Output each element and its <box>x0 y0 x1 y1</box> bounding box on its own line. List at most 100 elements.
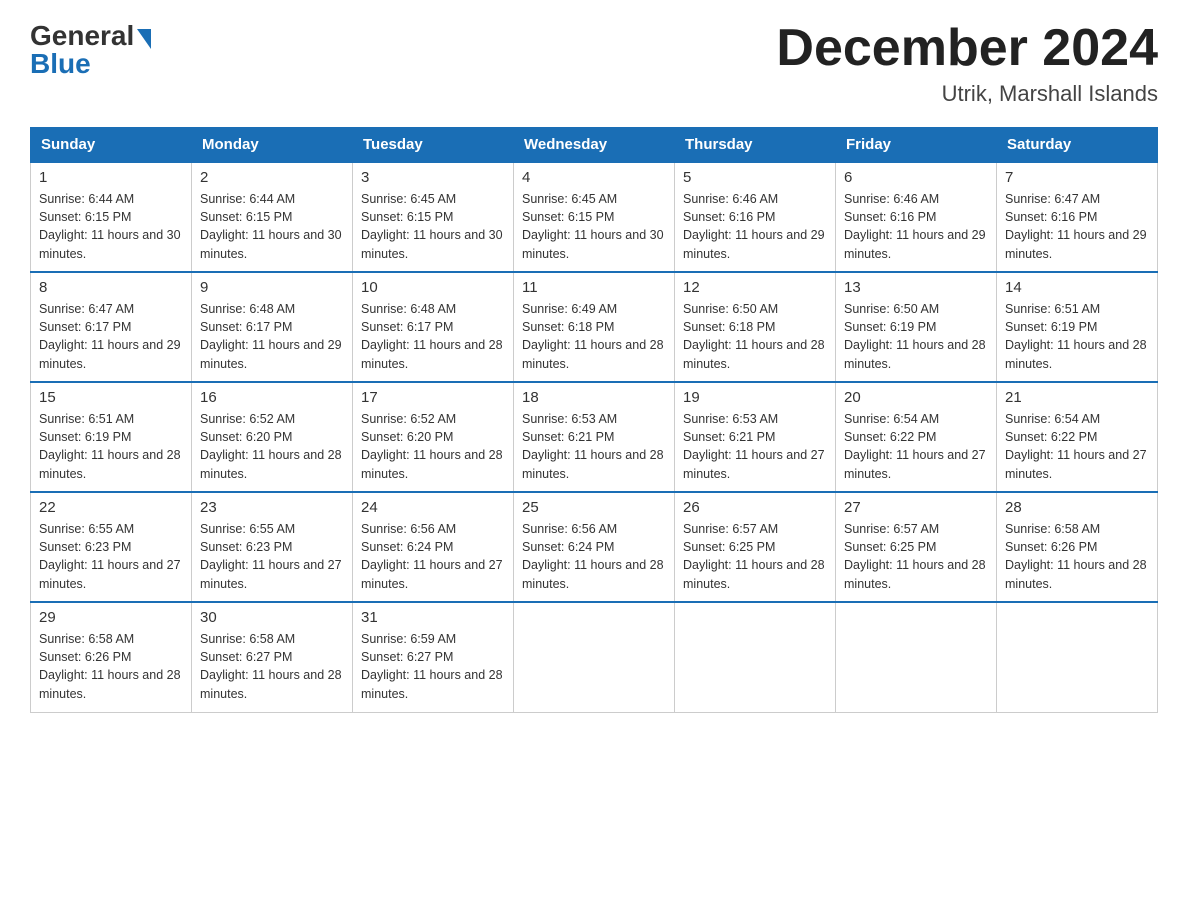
page-header: General Blue December 2024 Utrik, Marsha… <box>30 20 1158 107</box>
day-detail: Sunrise: 6:45 AMSunset: 6:15 PMDaylight:… <box>522 190 666 263</box>
day-number: 18 <box>522 389 666 406</box>
day-detail: Sunrise: 6:54 AMSunset: 6:22 PMDaylight:… <box>1005 410 1149 483</box>
day-number: 17 <box>361 389 505 406</box>
day-number: 30 <box>200 609 344 626</box>
day-number: 25 <box>522 499 666 516</box>
calendar-cell: 28 Sunrise: 6:58 AMSunset: 6:26 PMDaylig… <box>997 492 1158 602</box>
day-number: 27 <box>844 499 988 516</box>
calendar-cell <box>514 602 675 712</box>
day-number: 21 <box>1005 389 1149 406</box>
calendar-cell: 21 Sunrise: 6:54 AMSunset: 6:22 PMDaylig… <box>997 382 1158 492</box>
day-number: 7 <box>1005 169 1149 186</box>
calendar-cell: 10 Sunrise: 6:48 AMSunset: 6:17 PMDaylig… <box>353 272 514 382</box>
day-number: 16 <box>200 389 344 406</box>
day-number: 3 <box>361 169 505 186</box>
weekday-header-thursday: Thursday <box>675 128 836 163</box>
day-detail: Sunrise: 6:56 AMSunset: 6:24 PMDaylight:… <box>522 520 666 593</box>
calendar-week-row: 8 Sunrise: 6:47 AMSunset: 6:17 PMDayligh… <box>31 272 1158 382</box>
day-number: 28 <box>1005 499 1149 516</box>
day-detail: Sunrise: 6:53 AMSunset: 6:21 PMDaylight:… <box>522 410 666 483</box>
day-number: 4 <box>522 169 666 186</box>
day-number: 2 <box>200 169 344 186</box>
calendar-cell <box>836 602 997 712</box>
weekday-header-sunday: Sunday <box>31 128 192 163</box>
calendar-cell: 25 Sunrise: 6:56 AMSunset: 6:24 PMDaylig… <box>514 492 675 602</box>
logo: General Blue <box>30 20 151 80</box>
day-detail: Sunrise: 6:58 AMSunset: 6:26 PMDaylight:… <box>1005 520 1149 593</box>
title-section: December 2024 Utrik, Marshall Islands <box>776 20 1158 107</box>
day-detail: Sunrise: 6:50 AMSunset: 6:19 PMDaylight:… <box>844 300 988 373</box>
day-detail: Sunrise: 6:57 AMSunset: 6:25 PMDaylight:… <box>683 520 827 593</box>
day-number: 1 <box>39 169 183 186</box>
location-subtitle: Utrik, Marshall Islands <box>776 81 1158 107</box>
day-detail: Sunrise: 6:57 AMSunset: 6:25 PMDaylight:… <box>844 520 988 593</box>
calendar-cell: 30 Sunrise: 6:58 AMSunset: 6:27 PMDaylig… <box>192 602 353 712</box>
day-detail: Sunrise: 6:45 AMSunset: 6:15 PMDaylight:… <box>361 190 505 263</box>
calendar-cell: 16 Sunrise: 6:52 AMSunset: 6:20 PMDaylig… <box>192 382 353 492</box>
calendar-cell: 19 Sunrise: 6:53 AMSunset: 6:21 PMDaylig… <box>675 382 836 492</box>
day-detail: Sunrise: 6:53 AMSunset: 6:21 PMDaylight:… <box>683 410 827 483</box>
calendar-cell: 6 Sunrise: 6:46 AMSunset: 6:16 PMDayligh… <box>836 162 997 272</box>
weekday-header-tuesday: Tuesday <box>353 128 514 163</box>
day-number: 11 <box>522 279 666 296</box>
calendar-cell: 4 Sunrise: 6:45 AMSunset: 6:15 PMDayligh… <box>514 162 675 272</box>
calendar-cell: 22 Sunrise: 6:55 AMSunset: 6:23 PMDaylig… <box>31 492 192 602</box>
calendar-cell <box>997 602 1158 712</box>
calendar-cell: 23 Sunrise: 6:55 AMSunset: 6:23 PMDaylig… <box>192 492 353 602</box>
logo-arrow-icon <box>137 29 151 49</box>
calendar-week-row: 15 Sunrise: 6:51 AMSunset: 6:19 PMDaylig… <box>31 382 1158 492</box>
day-number: 6 <box>844 169 988 186</box>
day-detail: Sunrise: 6:51 AMSunset: 6:19 PMDaylight:… <box>1005 300 1149 373</box>
calendar-cell: 31 Sunrise: 6:59 AMSunset: 6:27 PMDaylig… <box>353 602 514 712</box>
weekday-header-wednesday: Wednesday <box>514 128 675 163</box>
day-detail: Sunrise: 6:49 AMSunset: 6:18 PMDaylight:… <box>522 300 666 373</box>
calendar-week-row: 22 Sunrise: 6:55 AMSunset: 6:23 PMDaylig… <box>31 492 1158 602</box>
day-detail: Sunrise: 6:46 AMSunset: 6:16 PMDaylight:… <box>683 190 827 263</box>
calendar-cell: 12 Sunrise: 6:50 AMSunset: 6:18 PMDaylig… <box>675 272 836 382</box>
day-detail: Sunrise: 6:44 AMSunset: 6:15 PMDaylight:… <box>39 190 183 263</box>
day-number: 14 <box>1005 279 1149 296</box>
day-detail: Sunrise: 6:58 AMSunset: 6:27 PMDaylight:… <box>200 630 344 703</box>
calendar-cell: 9 Sunrise: 6:48 AMSunset: 6:17 PMDayligh… <box>192 272 353 382</box>
day-number: 20 <box>844 389 988 406</box>
weekday-header-friday: Friday <box>836 128 997 163</box>
calendar-cell: 17 Sunrise: 6:52 AMSunset: 6:20 PMDaylig… <box>353 382 514 492</box>
day-number: 19 <box>683 389 827 406</box>
day-number: 5 <box>683 169 827 186</box>
day-detail: Sunrise: 6:56 AMSunset: 6:24 PMDaylight:… <box>361 520 505 593</box>
calendar-week-row: 29 Sunrise: 6:58 AMSunset: 6:26 PMDaylig… <box>31 602 1158 712</box>
calendar-cell: 3 Sunrise: 6:45 AMSunset: 6:15 PMDayligh… <box>353 162 514 272</box>
day-detail: Sunrise: 6:44 AMSunset: 6:15 PMDaylight:… <box>200 190 344 263</box>
calendar-cell: 14 Sunrise: 6:51 AMSunset: 6:19 PMDaylig… <box>997 272 1158 382</box>
calendar-cell: 18 Sunrise: 6:53 AMSunset: 6:21 PMDaylig… <box>514 382 675 492</box>
calendar-cell: 20 Sunrise: 6:54 AMSunset: 6:22 PMDaylig… <box>836 382 997 492</box>
calendar-cell: 15 Sunrise: 6:51 AMSunset: 6:19 PMDaylig… <box>31 382 192 492</box>
day-detail: Sunrise: 6:48 AMSunset: 6:17 PMDaylight:… <box>361 300 505 373</box>
calendar-cell: 24 Sunrise: 6:56 AMSunset: 6:24 PMDaylig… <box>353 492 514 602</box>
day-detail: Sunrise: 6:52 AMSunset: 6:20 PMDaylight:… <box>200 410 344 483</box>
day-number: 9 <box>200 279 344 296</box>
calendar-cell <box>675 602 836 712</box>
day-number: 24 <box>361 499 505 516</box>
day-detail: Sunrise: 6:47 AMSunset: 6:16 PMDaylight:… <box>1005 190 1149 263</box>
day-detail: Sunrise: 6:46 AMSunset: 6:16 PMDaylight:… <box>844 190 988 263</box>
day-number: 8 <box>39 279 183 296</box>
calendar-cell: 13 Sunrise: 6:50 AMSunset: 6:19 PMDaylig… <box>836 272 997 382</box>
day-number: 15 <box>39 389 183 406</box>
calendar-cell: 8 Sunrise: 6:47 AMSunset: 6:17 PMDayligh… <box>31 272 192 382</box>
day-number: 12 <box>683 279 827 296</box>
day-detail: Sunrise: 6:55 AMSunset: 6:23 PMDaylight:… <box>39 520 183 593</box>
calendar-cell: 29 Sunrise: 6:58 AMSunset: 6:26 PMDaylig… <box>31 602 192 712</box>
day-number: 23 <box>200 499 344 516</box>
day-number: 22 <box>39 499 183 516</box>
calendar-cell: 1 Sunrise: 6:44 AMSunset: 6:15 PMDayligh… <box>31 162 192 272</box>
calendar-cell: 2 Sunrise: 6:44 AMSunset: 6:15 PMDayligh… <box>192 162 353 272</box>
calendar-cell: 26 Sunrise: 6:57 AMSunset: 6:25 PMDaylig… <box>675 492 836 602</box>
weekday-header-row: SundayMondayTuesdayWednesdayThursdayFrid… <box>31 128 1158 163</box>
calendar-table: SundayMondayTuesdayWednesdayThursdayFrid… <box>30 127 1158 713</box>
logo-blue-text: Blue <box>30 48 91 80</box>
day-detail: Sunrise: 6:59 AMSunset: 6:27 PMDaylight:… <box>361 630 505 703</box>
day-number: 31 <box>361 609 505 626</box>
day-detail: Sunrise: 6:51 AMSunset: 6:19 PMDaylight:… <box>39 410 183 483</box>
weekday-header-monday: Monday <box>192 128 353 163</box>
